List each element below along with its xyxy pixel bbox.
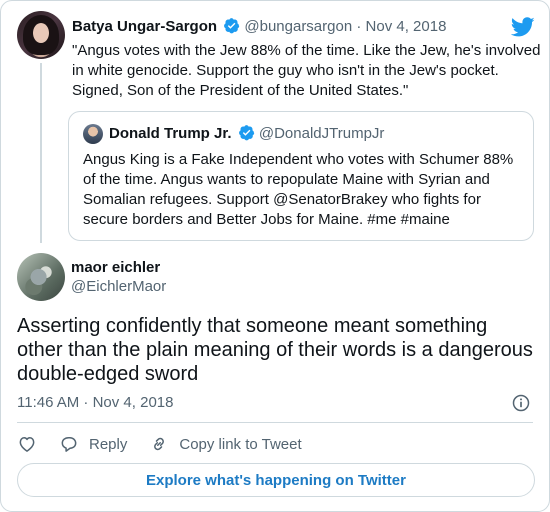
copy-link-label: Copy link to Tweet — [179, 435, 302, 453]
tweet-date[interactable]: Nov 4, 2018 — [366, 18, 447, 35]
tweet-timestamp[interactable]: 11:46 AM · Nov 4, 2018 — [17, 393, 173, 413]
reply-icon — [61, 437, 77, 452]
author-name[interactable]: maor eichler — [71, 258, 160, 278]
verified-icon — [238, 125, 254, 141]
like-button[interactable] — [17, 434, 37, 454]
author-handle[interactable]: @EichlerMaor — [71, 277, 166, 297]
quoted-author-handle: @DonaldJTrumpJr — [258, 125, 385, 142]
quoted-tweet-text: Angus King is a Fake Independent who vot… — [83, 151, 514, 228]
copy-link-button[interactable]: Copy link to Tweet — [149, 434, 302, 454]
avatar[interactable] — [17, 253, 65, 301]
divider — [17, 422, 533, 423]
author-handle[interactable]: @bungarsargon — [244, 18, 352, 35]
separator: · — [356, 18, 362, 35]
quoted-author-name: Donald Trump Jr. — [109, 125, 232, 142]
heart-icon — [19, 437, 35, 452]
link-icon — [154, 437, 165, 451]
reply-label: Reply — [89, 435, 128, 453]
quoted-tweet-header: Donald Trump Jr. @DonaldJTrumpJr — [109, 124, 384, 144]
tweet-actions: Reply Copy link to Tweet — [17, 433, 324, 455]
verified-icon — [224, 18, 240, 34]
explore-twitter-button[interactable]: Explore what's happening on Twitter — [17, 463, 535, 497]
quoted-tweet[interactable]: Donald Trump Jr. @DonaldJTrumpJr Angus K… — [68, 111, 534, 241]
tweet-embed-card: Batya Ungar-Sargon @bungarsargon · Nov 4… — [0, 0, 550, 512]
reply-button[interactable]: Reply — [59, 434, 127, 454]
parent-tweet-header: Batya Ungar-Sargon @bungarsargon · Nov 4… — [72, 17, 446, 37]
quoted-avatar — [83, 124, 103, 144]
author-name[interactable]: Batya Ungar-Sargon — [72, 18, 217, 35]
thread-connector-line — [40, 63, 42, 243]
twitter-bird-icon[interactable] — [511, 15, 535, 39]
avatar[interactable] — [17, 11, 65, 59]
info-icon[interactable] — [511, 393, 531, 413]
main-tweet-text: Asserting confidently that someone meant… — [17, 315, 533, 385]
parent-tweet-text: "Angus votes with the Jew 88% of the tim… — [72, 42, 541, 99]
